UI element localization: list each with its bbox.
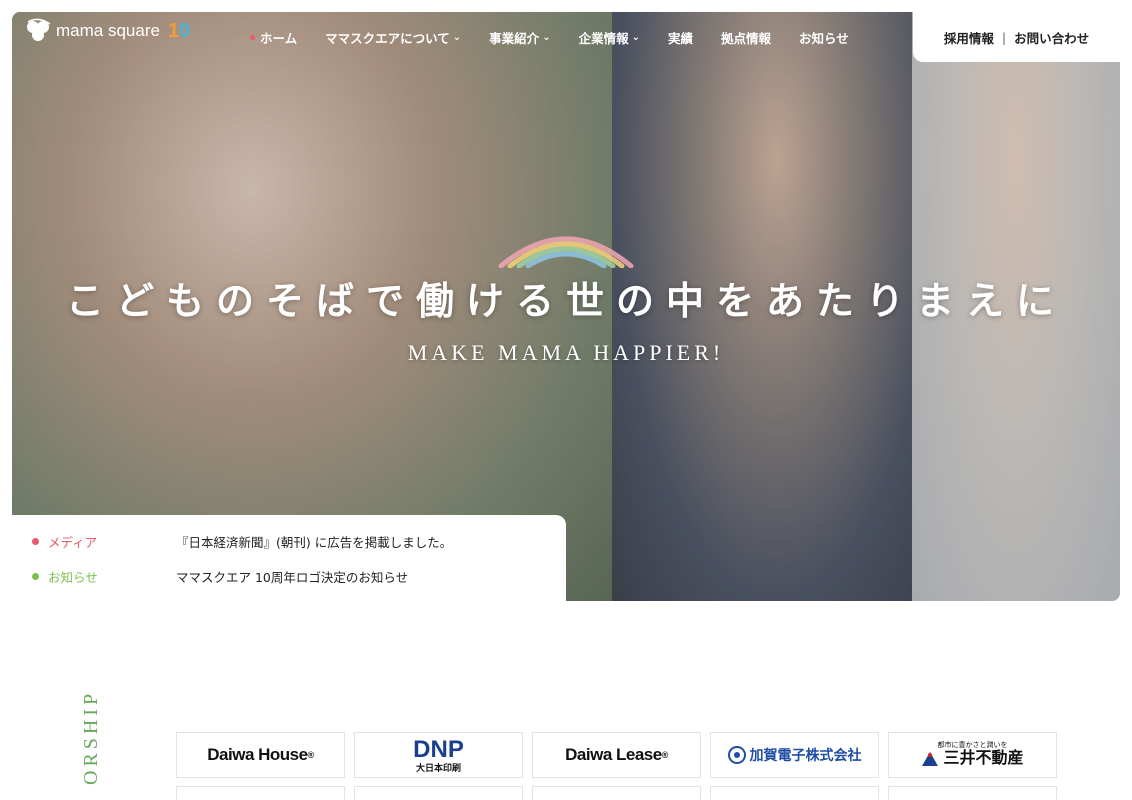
- partner-logo-grid: Daiwa House ® DNP 大日本印刷 Daiwa Lease ® 加賀電子…: [176, 732, 1057, 800]
- partner-logo[interactable]: [354, 786, 523, 800]
- nav-label: 企業情報: [578, 31, 629, 46]
- recruit-link[interactable]: 採用情報: [944, 28, 994, 47]
- partner-name: 加賀電子株式会社: [749, 747, 862, 763]
- news-ticker: メディア 『日本経済新聞』(朝刊) に広告を掲載しました。 お知らせ ママスクエ…: [12, 515, 566, 603]
- nav-label: ホーム: [260, 31, 298, 46]
- partner-subname: 大日本印刷: [415, 762, 461, 773]
- nav-item-business[interactable]: 事業紹介 ⌄: [489, 28, 550, 47]
- kaga-emblem-icon: [727, 746, 746, 764]
- partner-name: 三井不動産: [943, 750, 1024, 768]
- partner-logo[interactable]: ⊩: [176, 786, 345, 800]
- logo-wordmark: mama square: [56, 21, 160, 40]
- news-category: メディア: [48, 535, 98, 550]
- nav-item-home[interactable]: ホーム: [250, 28, 297, 47]
- site-logo[interactable]: mama square 10: [24, 18, 190, 44]
- mitsui-triangle-icon: [922, 751, 939, 766]
- hero-subline: MAKE MAMA HAPPIER!: [407, 340, 725, 365]
- anniversary-10-zero: 0: [179, 19, 191, 42]
- partner-logo-mitsui-fudosan[interactable]: 都市に豊かさと潤いを 三井不動産: [888, 732, 1057, 778]
- nav-label: 拠点情報: [721, 31, 772, 46]
- chevron-down-icon: ⌄: [631, 32, 640, 43]
- nav-item-results[interactable]: 実績: [668, 28, 693, 47]
- partner-name: DNP: [413, 735, 464, 763]
- nav-label: 事業紹介: [489, 31, 540, 46]
- nav-item-locations[interactable]: 拠点情報: [721, 28, 771, 47]
- hero-visual: こどものそばで働ける世の中をあたりまえに MAKE MAMA HAPPIER!: [12, 12, 1120, 601]
- nav-label: お知らせ: [799, 31, 849, 46]
- news-item[interactable]: お知らせ ママスクエア 10周年ロゴ決定のお知らせ: [32, 567, 408, 586]
- category-dot-icon: [32, 573, 39, 580]
- partner-logo[interactable]: [532, 786, 701, 800]
- utility-links: 採用情報 | お問い合わせ: [913, 12, 1120, 62]
- news-title: 『日本経済新聞』(朝刊) に広告を掲載しました。: [176, 535, 453, 550]
- news-category: お知らせ: [48, 570, 98, 585]
- partner-logo-dnp[interactable]: DNP 大日本印刷: [354, 732, 523, 778]
- global-nav: ホーム ママスクエアについて ⌄ 事業紹介 ⌄ 企業情報 ⌄ 実績 拠点情報 お…: [250, 28, 877, 47]
- hero-headline: こどものそばで働ける世の中をあたりまえに: [65, 278, 1066, 323]
- clover-logo-icon: [27, 18, 51, 41]
- registered-mark: ®: [661, 750, 669, 760]
- rainbow-icon: [498, 236, 634, 268]
- partner-logo-kaga-electronics[interactable]: 加賀電子株式会社: [710, 732, 879, 778]
- partner-logo-daiwa-house[interactable]: Daiwa House ®: [176, 732, 345, 778]
- chevron-down-icon: ⌄: [452, 32, 462, 43]
- nav-label: 実績: [667, 31, 693, 46]
- partner-name: Daiwa House: [207, 745, 308, 764]
- partner-name-row: 三井不動産: [921, 750, 1024, 768]
- nav-item-news[interactable]: お知らせ: [799, 28, 849, 47]
- partner-name: Daiwa Lease: [565, 745, 662, 764]
- nav-item-about[interactable]: ママスクエアについて ⌄: [325, 28, 461, 47]
- news-title: ママスクエア 10周年ロゴ決定のお知らせ: [176, 570, 409, 585]
- partner-logo[interactable]: [888, 786, 1057, 800]
- news-item[interactable]: メディア 『日本経済新聞』(朝刊) に広告を掲載しました。: [32, 532, 452, 551]
- registered-mark: ®: [307, 750, 315, 760]
- contact-link[interactable]: お問い合わせ: [1014, 28, 1089, 47]
- partner-logo-daiwa-lease[interactable]: Daiwa Lease ®: [532, 732, 701, 778]
- active-dot-icon: [250, 35, 255, 40]
- chevron-down-icon: ⌄: [542, 32, 551, 43]
- partnership-section-title: ORSHIP: [80, 690, 102, 786]
- partner-logo[interactable]: [710, 786, 879, 800]
- partner-subname: 都市に豊かさと潤いを: [937, 742, 1008, 750]
- utility-separator: |: [1001, 29, 1007, 45]
- nav-label: ママスクエアについて: [325, 31, 450, 46]
- category-dot-icon: [32, 538, 39, 545]
- nav-item-company[interactable]: 企業情報 ⌄: [579, 28, 640, 47]
- anniversary-10-badge: 10: [167, 19, 191, 42]
